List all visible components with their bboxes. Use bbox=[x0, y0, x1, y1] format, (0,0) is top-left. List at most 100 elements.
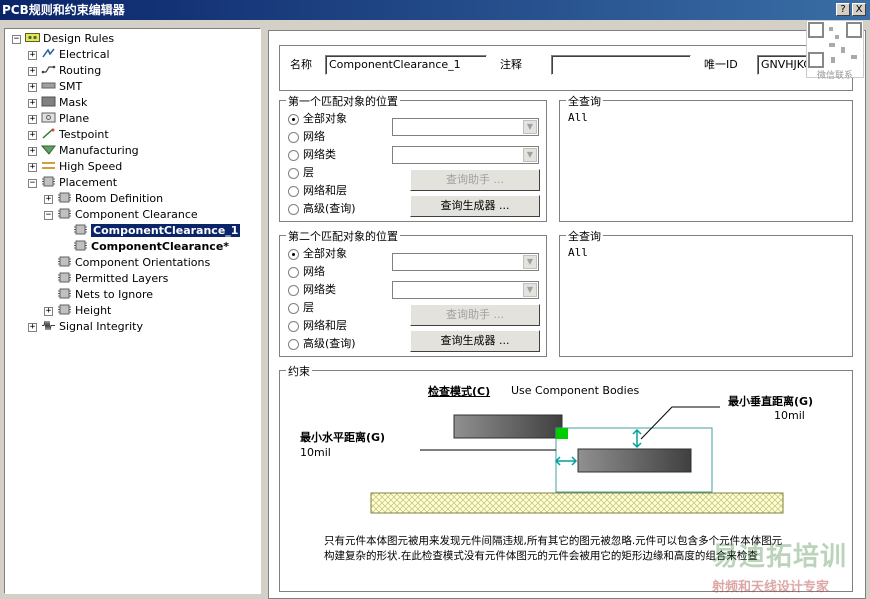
expand-icon[interactable]: + bbox=[28, 99, 37, 108]
component-icon bbox=[58, 256, 71, 267]
tree-item-signal-integrity[interactable]: Signal Integrity bbox=[41, 319, 143, 335]
chevron-down-icon: ▼ bbox=[523, 283, 537, 297]
tree-item-manufacturing[interactable]: Manufacturing bbox=[41, 143, 139, 159]
radio-label: 高级(查询) bbox=[303, 202, 356, 215]
radio-net-class[interactable] bbox=[288, 150, 299, 161]
collapse-icon[interactable]: − bbox=[12, 35, 21, 44]
tree-item-testpoint[interactable]: Testpoint bbox=[41, 127, 109, 143]
radio-label: 网络 bbox=[303, 130, 325, 143]
vertical-arrow-icon bbox=[632, 428, 642, 449]
first-full-query-group: 全查询 All bbox=[559, 93, 853, 222]
electrical-icon bbox=[42, 48, 55, 58]
net-class-dropdown[interactable]: ▼ bbox=[392, 146, 539, 164]
radio-all-objects[interactable] bbox=[288, 114, 299, 125]
radio-net-and-layer[interactable] bbox=[288, 186, 299, 197]
rules-tree[interactable]: − Design Rules + Electrical + Routing + … bbox=[4, 28, 261, 594]
tree-item-rule-selected[interactable]: ComponentClearance_1 bbox=[73, 223, 241, 239]
second-full-query-group: 全查询 All bbox=[559, 228, 853, 357]
tree-item-routing[interactable]: Routing bbox=[41, 63, 101, 79]
query-helper-button[interactable]: 查询助手 ... bbox=[410, 304, 540, 326]
manufacturing-icon bbox=[41, 145, 56, 155]
mask-icon bbox=[41, 96, 56, 107]
component-icon bbox=[58, 304, 71, 315]
close-button[interactable]: X bbox=[852, 3, 866, 16]
tree-item-placement[interactable]: Placement bbox=[41, 175, 117, 191]
full-query-text[interactable]: All bbox=[568, 246, 588, 260]
tree-root[interactable]: Design Rules bbox=[25, 31, 114, 47]
expand-icon[interactable]: + bbox=[44, 307, 53, 316]
expand-icon[interactable]: + bbox=[28, 163, 37, 172]
tree-item-rule-2[interactable]: ComponentClearance* bbox=[73, 239, 229, 255]
expand-icon[interactable]: + bbox=[28, 67, 37, 76]
component-body-2 bbox=[577, 448, 692, 473]
help-button[interactable]: ? bbox=[836, 3, 850, 16]
tree-item-component-clearance[interactable]: Component Clearance bbox=[57, 207, 198, 223]
collapse-icon[interactable]: − bbox=[44, 211, 53, 220]
radio-net[interactable] bbox=[288, 132, 299, 143]
component-icon bbox=[58, 192, 71, 203]
tree-item-high-speed[interactable]: High Speed bbox=[41, 159, 122, 175]
expand-icon[interactable]: + bbox=[28, 131, 37, 140]
radio-advanced[interactable] bbox=[288, 204, 299, 215]
chevron-down-icon: ▼ bbox=[523, 120, 537, 134]
tree-item-nets-to-ignore[interactable]: Nets to Ignore bbox=[57, 287, 153, 303]
radio-label: 网络类 bbox=[303, 283, 336, 296]
component-icon bbox=[58, 288, 71, 299]
tree-item-component-orientations[interactable]: Component Orientations bbox=[57, 255, 210, 271]
radio-layer[interactable] bbox=[288, 303, 299, 314]
expand-icon[interactable]: + bbox=[28, 83, 37, 92]
tree-item-permitted-layers[interactable]: Permitted Layers bbox=[57, 271, 168, 287]
header-group: 名称 ComponentClearance_1 注释 唯一ID GNVHJKCE bbox=[279, 45, 853, 91]
component-icon bbox=[58, 208, 71, 219]
expand-icon[interactable]: + bbox=[28, 323, 37, 332]
first-match-group: 第一个匹配对象的位置 全部对象 网络 网络类 层 网络和层 高级(查询) ▼ ▼… bbox=[279, 93, 547, 222]
tree-item-smt[interactable]: SMT bbox=[41, 79, 82, 95]
query-builder-button[interactable]: 查询生成器 ... bbox=[410, 195, 540, 217]
radio-net-and-layer[interactable] bbox=[288, 321, 299, 332]
net-class-dropdown[interactable]: ▼ bbox=[392, 281, 539, 299]
window-titlebar: PCB规则和约束编辑器 bbox=[0, 0, 870, 20]
radio-layer[interactable] bbox=[288, 168, 299, 179]
routing-icon bbox=[41, 65, 56, 74]
tree-item-mask[interactable]: Mask bbox=[41, 95, 87, 111]
description-line-2: 构建复杂的形状.在此检查模式没有元件体图元的元件会被用它的矩形边缘和高度的组合来… bbox=[324, 550, 758, 562]
query-helper-button[interactable]: 查询助手 ... bbox=[410, 169, 540, 191]
expand-icon[interactable]: + bbox=[44, 195, 53, 204]
radio-label: 网络和层 bbox=[303, 319, 347, 332]
horizontal-arrow-icon bbox=[554, 456, 578, 466]
tree-item-electrical[interactable]: Electrical bbox=[41, 47, 110, 63]
expand-icon[interactable]: + bbox=[28, 115, 37, 124]
net-dropdown[interactable]: ▼ bbox=[392, 118, 539, 136]
rule-icon bbox=[74, 240, 87, 251]
second-match-title: 第二个匹配对象的位置 bbox=[286, 228, 400, 244]
radio-net[interactable] bbox=[288, 267, 299, 278]
testpoint-icon bbox=[42, 128, 55, 139]
radio-advanced[interactable] bbox=[288, 339, 299, 350]
comment-label: 注释 bbox=[500, 58, 522, 71]
query-builder-button[interactable]: 查询生成器 ... bbox=[410, 330, 540, 352]
qr-caption: 微信联系 bbox=[816, 71, 853, 81]
tree-item-room-definition[interactable]: Room Definition bbox=[57, 191, 163, 207]
radio-all-objects[interactable] bbox=[288, 249, 299, 260]
component-icon bbox=[58, 272, 71, 283]
smt-icon bbox=[41, 82, 56, 89]
name-label: 名称 bbox=[290, 58, 312, 71]
comment-input[interactable] bbox=[551, 55, 691, 75]
radio-label: 高级(查询) bbox=[303, 337, 356, 350]
expand-icon[interactable]: + bbox=[28, 51, 37, 60]
name-input[interactable]: ComponentClearance_1 bbox=[325, 55, 487, 75]
unique-id-label: 唯一ID bbox=[704, 58, 738, 71]
net-dropdown[interactable]: ▼ bbox=[392, 253, 539, 271]
design-rules-icon bbox=[25, 33, 40, 42]
radio-net-class[interactable] bbox=[288, 285, 299, 296]
collapse-icon[interactable]: − bbox=[28, 179, 37, 188]
placement-icon bbox=[42, 176, 55, 187]
window-title: PCB规则和约束编辑器 bbox=[2, 3, 125, 17]
tree-item-height[interactable]: Height bbox=[57, 303, 111, 319]
plane-icon bbox=[41, 112, 56, 123]
radio-label: 全部对象 bbox=[303, 112, 347, 125]
radio-label: 层 bbox=[303, 301, 314, 314]
expand-icon[interactable]: + bbox=[28, 147, 37, 156]
full-query-text[interactable]: All bbox=[568, 111, 588, 125]
tree-item-plane[interactable]: Plane bbox=[41, 111, 89, 127]
